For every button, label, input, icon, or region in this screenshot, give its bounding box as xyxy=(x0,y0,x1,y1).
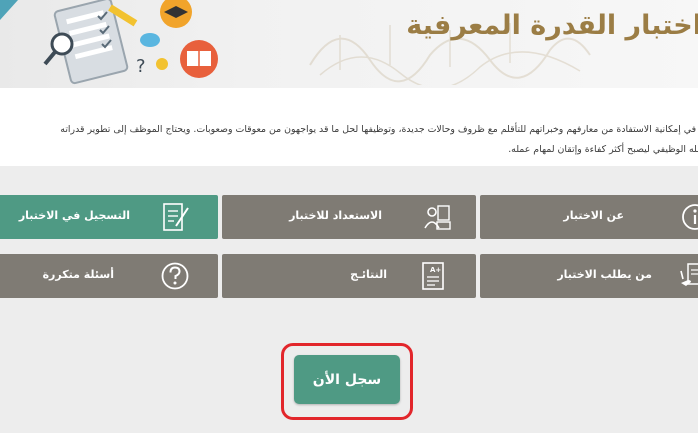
question-mark-icon: ? xyxy=(136,56,146,77)
intro-text-line: ه عمله الوظيفي ليصبح أكثر كفاءة وإتقان ل… xyxy=(508,144,698,155)
preparation-tile-label: الاستعداد للاختبار xyxy=(289,209,382,222)
preparation-tile[interactable]: الاستعداد للاختبار xyxy=(222,195,476,239)
register-now-button[interactable]: سجل الأن xyxy=(294,355,400,404)
chat-bubble-icon xyxy=(140,33,160,47)
faq-tile[interactable]: أسئلة متكررة xyxy=(0,254,218,298)
svg-text:?: ? xyxy=(136,56,146,77)
question-icon xyxy=(161,262,189,290)
page-header: ? اختبار القدرة المعرفية xyxy=(0,0,698,88)
about-tile[interactable]: عن الاختبار xyxy=(480,195,698,239)
register-tile[interactable]: التسجيل في الاختبار xyxy=(0,195,218,239)
info-icon xyxy=(682,204,698,230)
intro-text-line: ناس في إمكانية الاستفادة من معارفهم وخبر… xyxy=(60,124,698,135)
graduation-cap-icon xyxy=(160,0,192,28)
document-hand-icon xyxy=(680,263,698,286)
study-person-icon xyxy=(424,205,451,230)
results-tile[interactable]: النتائـج A+ xyxy=(222,254,476,298)
grade-sheet-icon: A+ xyxy=(422,262,444,290)
register-tile-label: التسجيل في الاختبار xyxy=(18,209,130,222)
form-pen-icon xyxy=(163,203,189,231)
about-tile-label: عن الاختبار xyxy=(563,209,624,222)
results-tile-label: النتائـج xyxy=(350,268,387,281)
page-title: اختبار القدرة المعرفية xyxy=(406,10,698,41)
open-book-icon xyxy=(180,40,218,78)
svg-text:A+: A+ xyxy=(430,266,441,274)
faq-tile-label: أسئلة متكررة xyxy=(42,268,114,281)
lightbulb-icon xyxy=(156,58,168,70)
intro-panel: ناس في إمكانية الاستفادة من معارفهم وخبر… xyxy=(0,88,698,166)
header-illustration: ? xyxy=(0,0,218,85)
who-tile-label: من يطلب الاختبار xyxy=(557,268,652,281)
who-tile[interactable]: من يطلب الاختبار xyxy=(480,254,698,298)
